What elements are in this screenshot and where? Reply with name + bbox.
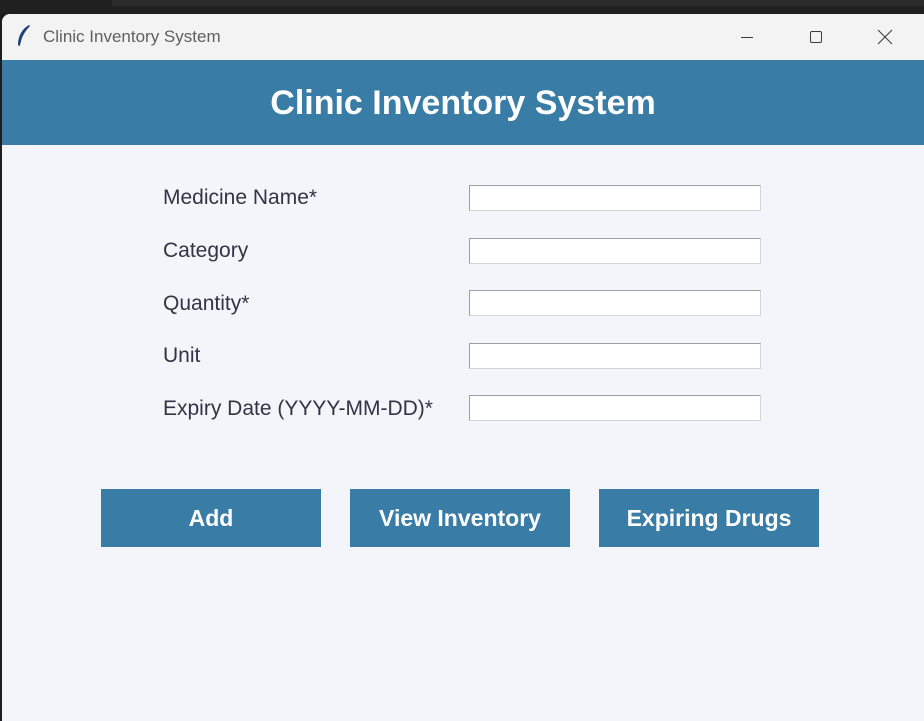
medicine-name-label: Medicine Name* [163, 186, 318, 209]
expiry-date-label: Expiry Date (YYYY-MM-DD)* [163, 397, 433, 420]
close-icon [877, 29, 893, 45]
maximize-button[interactable] [793, 14, 839, 60]
desktop-background-strip [0, 0, 924, 14]
add-button[interactable]: Add [101, 489, 321, 547]
feather-icon [16, 24, 32, 48]
close-button[interactable] [862, 14, 908, 60]
category-input[interactable] [469, 238, 761, 264]
category-label: Category [163, 239, 249, 262]
expiring-drugs-button[interactable]: Expiring Drugs [599, 489, 819, 547]
window-title: Clinic Inventory System [43, 27, 221, 46]
page-title: Clinic Inventory System [270, 84, 656, 122]
quantity-label: Quantity* [163, 292, 250, 315]
maximize-icon [809, 30, 823, 44]
view-inventory-button[interactable]: View Inventory [350, 489, 570, 547]
medicine-name-input[interactable] [469, 185, 761, 211]
minimize-icon [740, 30, 754, 44]
app-window: Clinic Inventory System Clinic Inventory… [2, 14, 924, 721]
unit-input[interactable] [469, 343, 761, 369]
title-bar[interactable]: Clinic Inventory System [2, 14, 924, 60]
unit-label: Unit [163, 344, 201, 367]
background-window-edge [112, 0, 924, 6]
minimize-button[interactable] [724, 14, 770, 60]
quantity-input[interactable] [469, 290, 761, 316]
expiry-date-input[interactable] [469, 395, 761, 421]
header-banner: Clinic Inventory System [2, 60, 924, 145]
